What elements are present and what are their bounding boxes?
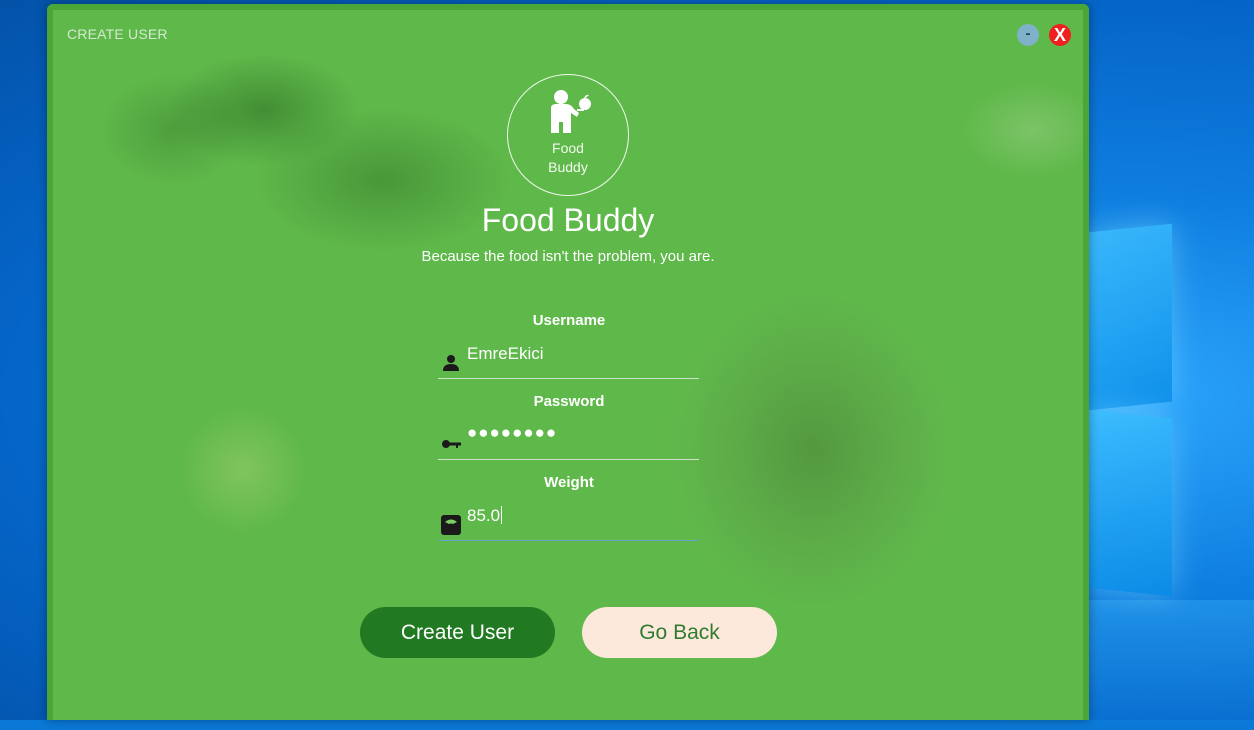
minimize-button[interactable]: - xyxy=(1017,24,1039,46)
username-field[interactable]: EmreEkici xyxy=(438,340,699,379)
weight-label: Weight xyxy=(544,474,594,491)
waiter-icon xyxy=(551,90,591,133)
user-icon xyxy=(443,355,459,371)
logo-text-line1: Food xyxy=(552,140,584,156)
password-value: ●●●●●●●● xyxy=(467,423,558,442)
weight-value-text: 85.0 xyxy=(467,506,501,525)
app-title: Food Buddy xyxy=(481,202,655,238)
go-back-button[interactable]: Go Back xyxy=(582,607,777,658)
username-value: EmreEkici xyxy=(467,344,544,363)
scale-icon xyxy=(441,515,461,535)
key-icon xyxy=(442,440,461,448)
windows-logo-pane-bottom xyxy=(1088,409,1172,597)
create-user-button[interactable]: Create User xyxy=(360,607,555,658)
windows-logo-pane-top xyxy=(1088,223,1172,411)
app-logo: Food Buddy xyxy=(507,74,629,196)
password-label: Password xyxy=(533,393,605,410)
weight-value: 85.0 xyxy=(467,506,503,526)
close-button[interactable]: X xyxy=(1049,24,1071,46)
create-user-window: CREATE USER - X Food Buddy Food Buddy Be… xyxy=(47,4,1089,720)
text-caret xyxy=(501,506,503,524)
username-label: Username xyxy=(532,312,606,329)
logo-text-line2: Buddy xyxy=(548,159,588,175)
window-title: CREATE USER xyxy=(67,26,168,42)
weight-field[interactable]: 85.0 xyxy=(438,502,699,541)
password-field[interactable]: ●●●●●●●● xyxy=(438,421,699,460)
app-tagline: Because the food isn't the problem, you … xyxy=(421,248,715,265)
